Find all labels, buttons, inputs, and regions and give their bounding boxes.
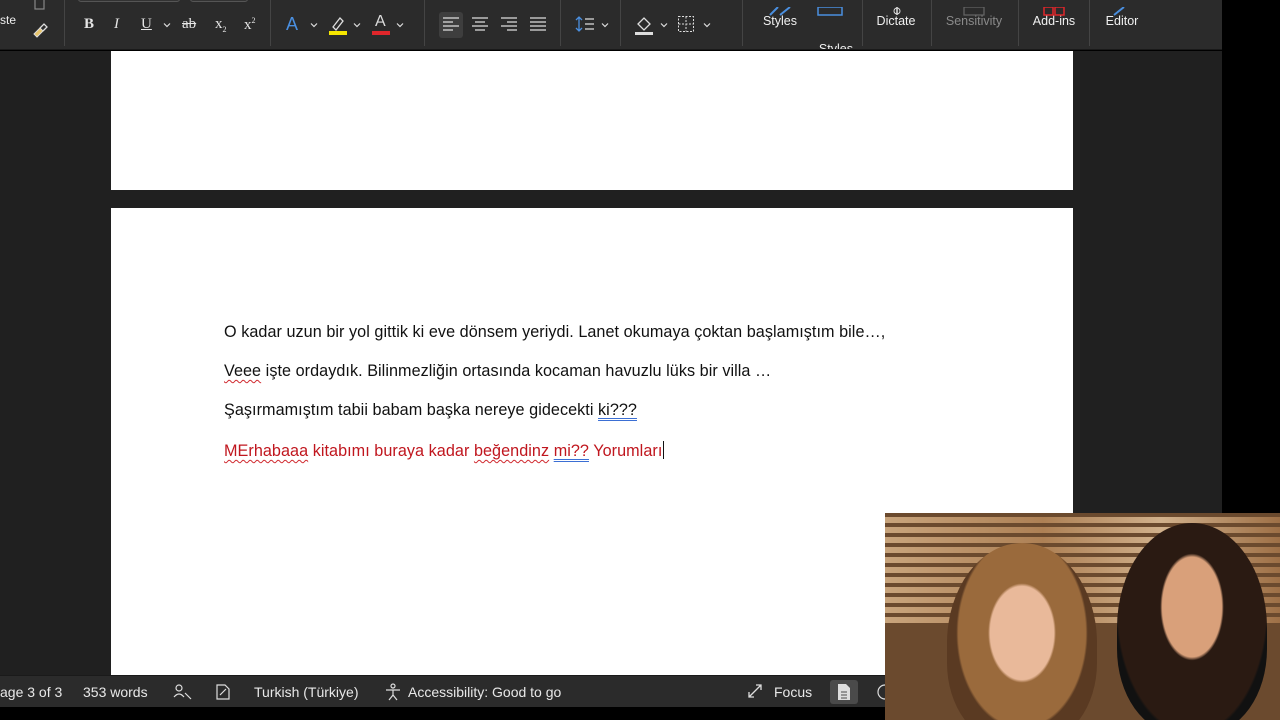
shading-icon[interactable] — [634, 14, 654, 38]
paste-button-label[interactable]: ste — [0, 14, 16, 26]
spelling-error-word[interactable]: beğendinz — [474, 442, 549, 460]
ribbon-toolbar: ste B I U ab x2 x2 A A Styles Styles P — [0, 0, 1222, 50]
spelling-error-word[interactable]: Veee — [224, 362, 261, 380]
accessibility-status[interactable]: Accessibility: Good to go — [408, 684, 561, 700]
align-center-icon[interactable] — [471, 16, 489, 34]
format-painter-icon[interactable] — [30, 20, 50, 40]
sensitivity-icon — [962, 6, 986, 20]
justify-icon[interactable] — [529, 16, 547, 34]
language-indicator[interactable]: Turkish (Türkiye) — [254, 684, 359, 700]
window-blind-slat — [885, 517, 1280, 523]
editor-icon — [1112, 6, 1132, 20]
grammar-flag-word[interactable]: mi?? — [554, 442, 589, 460]
webcam-overlay — [885, 513, 1280, 720]
paragraph-3[interactable]: Şaşırmamıştım tabii babam başka nereye g… — [224, 401, 637, 420]
document-page-2[interactable] — [111, 51, 1073, 190]
grammar-flag-word[interactable]: ki??? — [598, 401, 637, 419]
font-name-box[interactable] — [78, 0, 180, 2]
subscript-label: x — [215, 16, 223, 32]
page-count[interactable]: age 3 of 3 — [0, 684, 62, 700]
paragraph-2-text: işte ordaydık. Bilinmezliğin ortasında k… — [261, 362, 772, 380]
font-size-box[interactable] — [190, 0, 248, 2]
underline-button[interactable]: U — [141, 17, 152, 32]
font-color-glyph: A — [375, 13, 386, 30]
align-right-icon[interactable] — [500, 16, 518, 34]
styles-pane-button[interactable]: Styles Pane — [804, 6, 854, 50]
person-right — [1117, 523, 1267, 720]
track-changes-icon[interactable] — [172, 683, 192, 701]
text-cursor — [663, 441, 665, 459]
add-ins-icon — [1042, 6, 1066, 20]
print-layout-icon[interactable] — [837, 683, 851, 701]
focus-icon[interactable] — [747, 683, 763, 699]
subscript-button[interactable]: x2 — [215, 17, 227, 34]
paragraph-1[interactable]: O kadar uzun bir yol gittik ki eve dönse… — [224, 323, 885, 342]
proofing-icon[interactable] — [214, 683, 232, 701]
borders-icon[interactable] — [677, 15, 695, 35]
microphone-icon — [892, 6, 902, 20]
paragraph-3-text: Şaşırmamıştım tabii babam başka nereye g… — [224, 401, 599, 419]
font-color-button[interactable]: A — [372, 14, 390, 36]
chevron-down-icon[interactable] — [310, 21, 318, 29]
strikethrough-button[interactable]: ab — [182, 17, 196, 32]
add-ins-button[interactable]: Add-ins — [1026, 6, 1082, 28]
superscript-button[interactable]: x2 — [244, 17, 256, 33]
bold-button[interactable]: B — [84, 17, 94, 32]
chevron-down-icon[interactable] — [601, 21, 609, 29]
chevron-down-icon[interactable] — [660, 21, 668, 29]
editor-button[interactable]: Editor — [1098, 6, 1146, 28]
text-effects-button[interactable]: A — [286, 15, 298, 33]
spelling-error-word[interactable]: MErhabaaa — [224, 442, 308, 460]
styles-button[interactable]: Styles — [756, 6, 804, 28]
align-left-icon[interactable] — [442, 16, 460, 34]
word-count[interactable]: 353 words — [83, 684, 148, 700]
superscript-label: x — [244, 17, 252, 33]
chevron-down-icon[interactable] — [396, 21, 404, 29]
sensitivity-button[interactable]: Sensitivity — [938, 6, 1010, 28]
styles-icon — [768, 6, 792, 20]
chevron-down-icon[interactable] — [703, 21, 711, 29]
line-spacing-icon[interactable] — [575, 15, 595, 35]
dictate-button[interactable]: Dictate — [870, 7, 922, 28]
paragraph-4-text-b: Yorumları — [588, 442, 663, 460]
superscript-mark: 2 — [251, 16, 256, 25]
paragraph-4[interactable]: MErhabaaa kitabımı buraya kadar beğendin… — [224, 441, 665, 461]
styles-pane-icon — [816, 6, 844, 20]
italic-button[interactable]: I — [114, 17, 119, 32]
paragraph-2[interactable]: Veee işte ordaydık. Bilinmezliğin ortası… — [224, 362, 771, 381]
chevron-down-icon[interactable] — [163, 21, 171, 29]
font-color-swatch — [372, 31, 390, 35]
copy-icon[interactable] — [30, 0, 50, 14]
accessibility-icon[interactable] — [384, 683, 402, 701]
highlight-icon[interactable] — [328, 14, 348, 36]
subscript-mark: 2 — [222, 25, 227, 34]
chevron-down-icon[interactable] — [353, 21, 361, 29]
focus-mode-button[interactable]: Focus — [774, 684, 812, 700]
paragraph-4-text-a: kitabımı buraya kadar — [308, 442, 474, 460]
styles-pane-label: Styles Pane — [818, 42, 853, 50]
